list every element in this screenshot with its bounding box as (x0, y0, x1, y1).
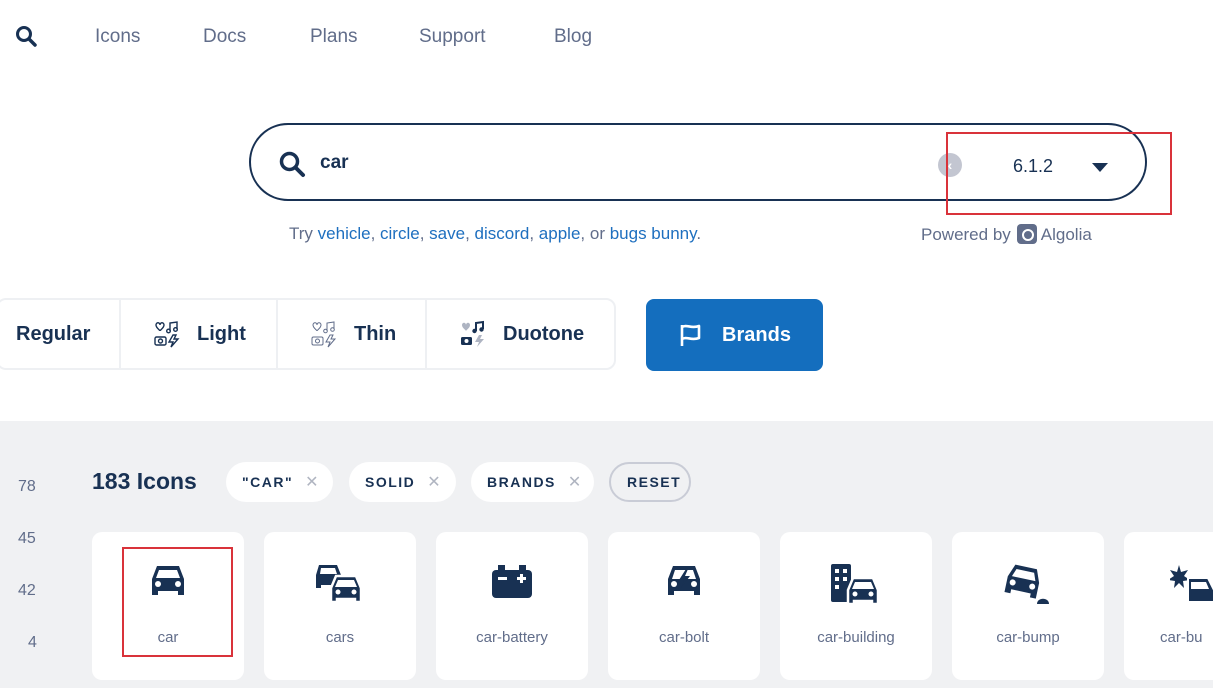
icon-card-car-bolt[interactable]: car-bolt (608, 532, 760, 680)
style-tabs: Regular Light Thin Duotone (0, 298, 616, 370)
close-icon[interactable]: ✕ (568, 472, 581, 492)
side-number: 42 (18, 582, 36, 599)
icon-name: car-bolt (658, 629, 710, 646)
style-tab-brands[interactable]: Brands (646, 299, 823, 371)
close-icon[interactable]: ✕ (427, 472, 440, 492)
nav-link-icons[interactable]: Icons (95, 26, 140, 48)
algolia-label: Algolia (1040, 225, 1092, 244)
search-input[interactable]: car (320, 152, 349, 174)
version-highlight (946, 132, 1172, 215)
mixed-icons-thin-icon (311, 321, 337, 348)
style-tab-label: Duotone (503, 322, 585, 345)
icon-card-car-burst[interactable]: car-bu (1124, 532, 1213, 680)
style-tab-label: Thin (354, 322, 397, 345)
powered-by-label: Powered by (921, 225, 1011, 244)
nav-link-blog[interactable]: Blog (554, 26, 592, 48)
suggestion-link[interactable]: discord (475, 224, 530, 243)
suggestion-link[interactable]: vehicle (318, 224, 371, 243)
search-icon[interactable] (14, 24, 38, 48)
icon-card-car-bump[interactable]: car-bump (952, 532, 1104, 680)
caret-down-icon[interactable] (1092, 163, 1108, 172)
powered-by[interactable]: Powered by Algolia (921, 224, 1092, 245)
filter-label: "CAR" (242, 474, 294, 490)
side-number: 45 (18, 530, 36, 547)
filter-pill-brands[interactable]: BRANDS ✕ (471, 462, 594, 502)
car-battery-icon (492, 565, 532, 598)
suggestions-or: or (589, 224, 605, 243)
mixed-icons-duotone-icon (461, 320, 484, 347)
icon-name: cars (325, 629, 355, 646)
icon-name: car-battery (476, 629, 548, 646)
side-number: 4 (28, 634, 37, 651)
car-building-icon (831, 564, 880, 606)
style-tab-regular[interactable]: Regular (0, 300, 121, 368)
suggestion-link[interactable]: bugs bunny (610, 224, 697, 243)
icon-name: car-bu (1160, 629, 1203, 646)
reset-filters-button[interactable]: RESET (609, 462, 691, 502)
results-count: 183 Icons (92, 468, 197, 494)
suggestion-link[interactable]: apple (539, 224, 581, 243)
filter-label: BRANDS (487, 474, 556, 490)
icon-card-car-battery[interactable]: car-battery (436, 532, 588, 680)
style-tab-light[interactable]: Light (121, 300, 278, 368)
reset-label: RESET (627, 474, 682, 490)
suggestions-prefix: Try (289, 224, 313, 243)
icon-name: car-bump (996, 629, 1060, 646)
filter-pill-solid[interactable]: SOLID ✕ (349, 462, 456, 502)
suggestion-link[interactable]: save (429, 224, 465, 243)
search-suggestions: Try vehicle, circle, save, discord, appl… (289, 224, 702, 243)
icon-card-car-building[interactable]: car-building (780, 532, 932, 680)
suggestion-link[interactable]: circle (380, 224, 420, 243)
flag-icon (680, 324, 701, 346)
search-icon (279, 151, 305, 177)
style-tab-duotone[interactable]: Duotone (427, 300, 614, 368)
algolia-icon (1016, 224, 1037, 244)
version-select[interactable]: 6.1.2 (1013, 156, 1053, 177)
side-number: 78 (18, 478, 36, 495)
nav-link-support[interactable]: Support (419, 26, 486, 48)
selected-icon-highlight (122, 547, 233, 657)
mixed-icons-light-icon (154, 321, 180, 348)
brands-label: Brands (722, 323, 791, 346)
close-icon[interactable]: ✕ (305, 472, 318, 492)
icon-card-cars[interactable]: cars (264, 532, 416, 680)
style-tab-label: Regular (16, 322, 91, 345)
filter-label: SOLID (365, 474, 416, 490)
car-bolt-icon (668, 566, 700, 595)
car-bump-icon (1004, 564, 1049, 604)
top-nav: Icons Docs Plans Support Blog (0, 0, 1213, 72)
car-burst-icon (1170, 565, 1213, 602)
nav-link-plans[interactable]: Plans (310, 26, 358, 48)
icon-name: car-building (817, 629, 895, 646)
filter-pill-query[interactable]: "CAR" ✕ (226, 462, 333, 502)
cars-icon (316, 565, 363, 604)
style-tab-thin[interactable]: Thin (278, 300, 427, 368)
nav-link-docs[interactable]: Docs (203, 26, 246, 48)
style-tab-label: Light (197, 322, 246, 345)
